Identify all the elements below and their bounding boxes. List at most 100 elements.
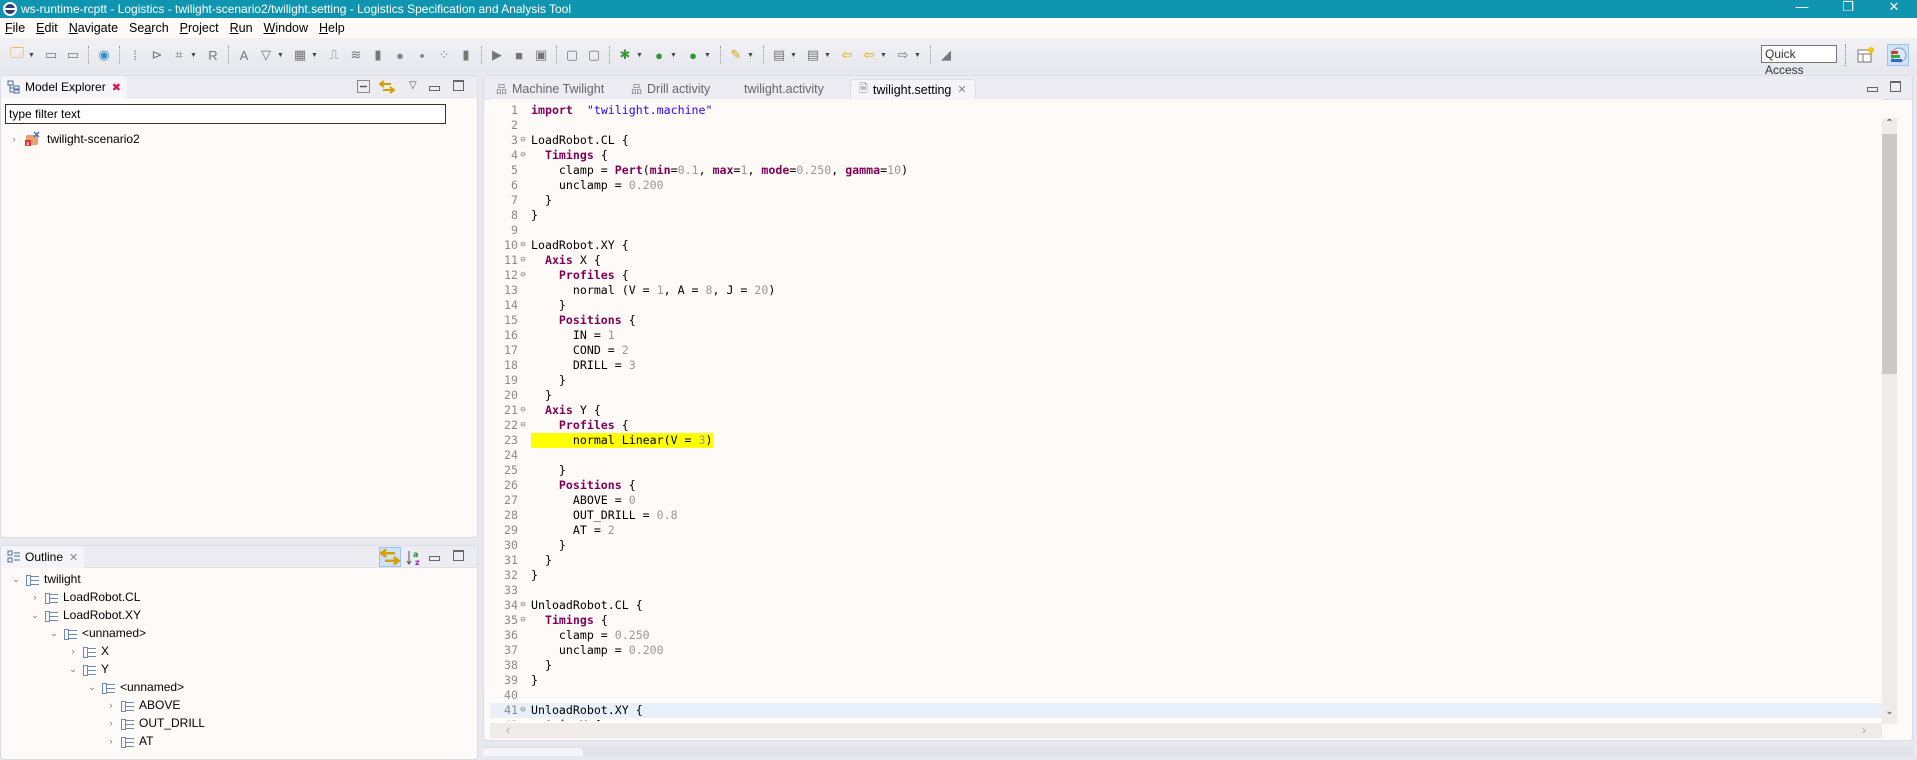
- tab-twilight-activity[interactable]: twilight.activity: [736, 79, 832, 99]
- play-icon[interactable]: ▶: [488, 46, 506, 64]
- dropdown-arrow-icon[interactable]: ▼: [914, 52, 922, 59]
- fold-toggle-icon[interactable]: ⊖: [518, 403, 528, 418]
- new-icon[interactable]: 🗔: [8, 45, 26, 64]
- outline-item[interactable]: › OUT_DRILL: [105, 714, 206, 732]
- check-icon[interactable]: ●: [391, 46, 409, 64]
- grid-icon[interactable]: ⁞: [126, 46, 144, 64]
- collapse-icon[interactable]: ⌄: [67, 664, 79, 675]
- filter-icon[interactable]: ▽: [257, 46, 275, 64]
- marker-icon[interactable]: ✎: [727, 46, 745, 64]
- edit-icon[interactable]: ▣: [532, 46, 550, 64]
- outline-item[interactable]: ⌄ <unnamed>: [48, 624, 146, 642]
- menu-project[interactable]: Project: [175, 21, 225, 35]
- close-tab-icon[interactable]: ✕: [957, 83, 966, 96]
- save-icon[interactable]: ▭: [42, 46, 60, 64]
- bottom-tab[interactable]: [483, 748, 583, 756]
- menu-run[interactable]: Run: [225, 21, 259, 35]
- filter-input[interactable]: type filter text: [5, 104, 446, 124]
- tab-machine-twilight[interactable]: 品 Machine Twilight: [488, 79, 612, 99]
- expand-icon[interactable]: ›: [67, 646, 79, 656]
- tree-item-twilight-scenario2[interactable]: › x twilight-scenario2: [8, 130, 140, 148]
- next-annotation-icon[interactable]: ▤: [770, 46, 788, 64]
- outline-item[interactable]: › LoadRobot.CL: [29, 588, 141, 606]
- table-icon[interactable]: ▦: [291, 46, 309, 64]
- dropdown-arrow-icon[interactable]: ▼: [824, 52, 832, 59]
- maximize-view-button[interactable]: [453, 550, 464, 564]
- menu-search[interactable]: Search: [124, 21, 175, 35]
- tab-outline[interactable]: Outline ✕: [1, 546, 85, 568]
- minimize-window-button[interactable]: —: [1779, 0, 1825, 18]
- a-var-icon[interactable]: A: [235, 46, 253, 64]
- tab-drill-activity[interactable]: 品 Drill activity: [623, 79, 718, 99]
- r-var-icon[interactable]: R: [204, 46, 222, 64]
- back-icon[interactable]: ⇦: [860, 46, 878, 64]
- outline-item[interactable]: ⌄ LoadRobot.XY: [29, 606, 141, 624]
- dropdown-arrow-icon[interactable]: ▼: [311, 52, 319, 59]
- outline-item[interactable]: › AT: [105, 732, 154, 750]
- dropdown-arrow-icon[interactable]: ▼: [28, 52, 36, 59]
- select-icon[interactable]: ⊳: [148, 46, 166, 64]
- menu-help[interactable]: Help: [314, 21, 351, 35]
- dropdown-arrow-icon[interactable]: ▼: [670, 52, 678, 59]
- sort-alphabetically-icon[interactable]: a z: [406, 549, 422, 566]
- add-monitor-icon[interactable]: ▢: [563, 46, 581, 64]
- outline-item[interactable]: › X: [67, 642, 110, 660]
- code-editor[interactable]: 1 import "twilight.machine" 2 3 ⊖ LoadRobot.C…: [490, 99, 1882, 721]
- fold-toggle-icon[interactable]: ⊖: [518, 613, 528, 628]
- expand-icon[interactable]: ›: [105, 736, 117, 746]
- open-perspective-icon[interactable]: [1857, 46, 1875, 64]
- outline-item[interactable]: ⌄ twilight: [10, 570, 80, 588]
- fold-toggle-icon[interactable]: ⊖: [518, 268, 528, 283]
- horizontal-scrollbar[interactable]: ‹ ›: [490, 723, 1882, 738]
- link-with-editor-icon[interactable]: [379, 80, 395, 94]
- graph-icon[interactable]: ⌗: [170, 46, 188, 64]
- remove-monitor-icon[interactable]: ▢: [585, 46, 603, 64]
- menu-edit[interactable]: Edit: [31, 21, 64, 35]
- minimize-view-button[interactable]: [429, 82, 440, 94]
- dropdown-arrow-icon[interactable]: ▼: [747, 52, 755, 59]
- stop-icon[interactable]: ■: [510, 46, 528, 64]
- tab-model-explorer[interactable]: Model Explorer ✖: [1, 76, 127, 98]
- signal-icon[interactable]: ⎍: [325, 46, 343, 64]
- run-icon[interactable]: ●: [650, 46, 668, 64]
- vertical-scrollbar[interactable]: ⌃ ⌄: [1882, 118, 1897, 724]
- dropdown-arrow-icon[interactable]: ▼: [790, 52, 798, 59]
- fold-toggle-icon[interactable]: ⊖: [518, 703, 528, 718]
- external-tools-icon[interactable]: ●: [684, 46, 702, 64]
- menu-file[interactable]: File: [0, 21, 31, 35]
- quick-access-input[interactable]: Quick Access: [1761, 45, 1837, 77]
- prev-annotation-icon[interactable]: ▤: [804, 46, 822, 64]
- menu-navigate[interactable]: Navigate: [64, 21, 124, 35]
- restore-window-button[interactable]: ❐: [1825, 0, 1871, 18]
- scrollbar-thumb[interactable]: [1882, 134, 1897, 374]
- expand-icon[interactable]: ›: [105, 718, 117, 728]
- fold-toggle-icon[interactable]: ⊖: [518, 418, 528, 433]
- outline-item[interactable]: ⌄ Y: [67, 660, 109, 678]
- dropdown-arrow-icon[interactable]: ▼: [880, 52, 888, 59]
- fold-toggle-icon[interactable]: ⊖: [518, 253, 528, 268]
- fold-toggle-icon[interactable]: ⊖: [518, 598, 528, 613]
- dropdown-arrow-icon[interactable]: ▼: [277, 52, 285, 59]
- blocks-icon[interactable]: ▪: [413, 46, 431, 64]
- collapse-icon[interactable]: ⌄: [10, 574, 22, 585]
- close-window-button[interactable]: ✕: [1871, 0, 1917, 18]
- forward-icon[interactable]: ⇨: [894, 46, 912, 64]
- last-edit-icon[interactable]: ⇦: [838, 46, 856, 64]
- scatter-icon[interactable]: ⁘: [435, 46, 453, 64]
- debug-icon[interactable]: ✱: [616, 46, 634, 64]
- close-icon[interactable]: ✖: [112, 81, 121, 94]
- collapse-icon[interactable]: ⌄: [29, 610, 41, 621]
- globe-icon[interactable]: ◉: [95, 46, 113, 64]
- expand-icon[interactable]: ›: [8, 134, 20, 144]
- fold-toggle-icon[interactable]: ⊖: [518, 718, 528, 721]
- outline-item[interactable]: ⌄ <unnamed>: [86, 678, 184, 696]
- maximize-view-button[interactable]: [453, 80, 464, 94]
- outline-item[interactable]: › ABOVE: [105, 696, 181, 714]
- expand-icon[interactable]: ›: [29, 592, 41, 602]
- close-icon[interactable]: ✕: [69, 551, 78, 564]
- dropdown-arrow-icon[interactable]: ▼: [704, 52, 712, 59]
- dropdown-arrow-icon[interactable]: ▼: [190, 52, 198, 59]
- collapse-icon[interactable]: ⌄: [48, 628, 60, 639]
- fold-toggle-icon[interactable]: ⊖: [518, 148, 528, 163]
- pin-icon[interactable]: ◢: [937, 46, 955, 64]
